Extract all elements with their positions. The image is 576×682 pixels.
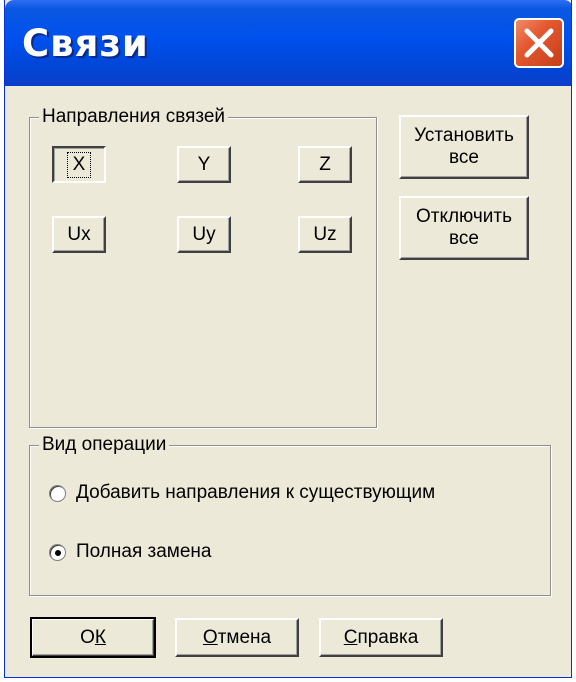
- direction-z-button[interactable]: Z: [298, 146, 352, 183]
- direction-ux-button[interactable]: Ux: [52, 216, 106, 253]
- ok-label-prefix: О: [80, 626, 95, 648]
- help-label-accel: С: [343, 626, 358, 648]
- window-title: Связи: [22, 22, 149, 65]
- help-button[interactable]: Справка: [319, 618, 443, 657]
- radio-replace-label: Полная замена: [76, 541, 212, 562]
- direction-uz-label: Uz: [313, 223, 337, 245]
- direction-y-label: Y: [197, 153, 211, 175]
- direction-uz-button[interactable]: Uz: [298, 216, 352, 253]
- cancel-label-rest: тмена: [217, 626, 272, 648]
- help-label-rest: правка: [357, 626, 419, 648]
- direction-y-button[interactable]: Y: [177, 146, 231, 183]
- direction-ux-label: Ux: [67, 223, 91, 245]
- dialog-client-area: Направления связей X Y Z Ux Uy Uz Устано…: [5, 86, 571, 677]
- set-all-line1: Установить: [414, 125, 514, 146]
- radio-button-add[interactable]: [49, 484, 66, 502]
- disable-all-line2: все: [449, 228, 479, 249]
- cancel-label: Отмена: [203, 627, 271, 649]
- radio-selected-dot: [55, 549, 61, 556]
- disable-all-label: Отключить все: [416, 206, 512, 250]
- direction-x-label: X: [66, 151, 92, 178]
- direction-z-label: Z: [319, 153, 331, 175]
- direction-uy-label: Uy: [192, 223, 216, 245]
- disable-all-line1: Отключить: [415, 206, 513, 227]
- help-label: Справка: [344, 627, 419, 649]
- close-button[interactable]: [514, 18, 564, 68]
- operation-legend: Вид операции: [39, 434, 170, 456]
- operation-group: [29, 445, 551, 596]
- cancel-button[interactable]: Отмена: [175, 618, 299, 657]
- radio-button-replace[interactable]: [49, 543, 66, 561]
- title-bar[interactable]: Связи: [5, 0, 571, 86]
- set-all-label: Установить все: [414, 125, 514, 169]
- ok-button[interactable]: ОК: [30, 617, 156, 658]
- set-all-line2: все: [449, 147, 479, 168]
- directions-legend: Направления связей: [39, 106, 229, 128]
- direction-uy-button[interactable]: Uy: [177, 216, 231, 253]
- direction-x-button[interactable]: X: [52, 146, 106, 183]
- ok-label: ОК: [80, 627, 106, 649]
- set-all-button[interactable]: Установить все: [399, 115, 529, 179]
- ok-label-accel: К: [94, 626, 106, 648]
- radio-add-directions[interactable]: Добавить направления к существующим: [49, 482, 435, 504]
- radio-add-label: Добавить направления к существующим: [76, 482, 436, 503]
- disable-all-button[interactable]: Отключить все: [399, 196, 529, 260]
- dialog-window: Связи Направления связей X Y Z Ux Uy Uz: [4, 0, 572, 678]
- cancel-label-accel: О: [202, 626, 218, 648]
- close-x-icon: [524, 28, 554, 58]
- radio-full-replace[interactable]: Полная замена: [49, 541, 212, 563]
